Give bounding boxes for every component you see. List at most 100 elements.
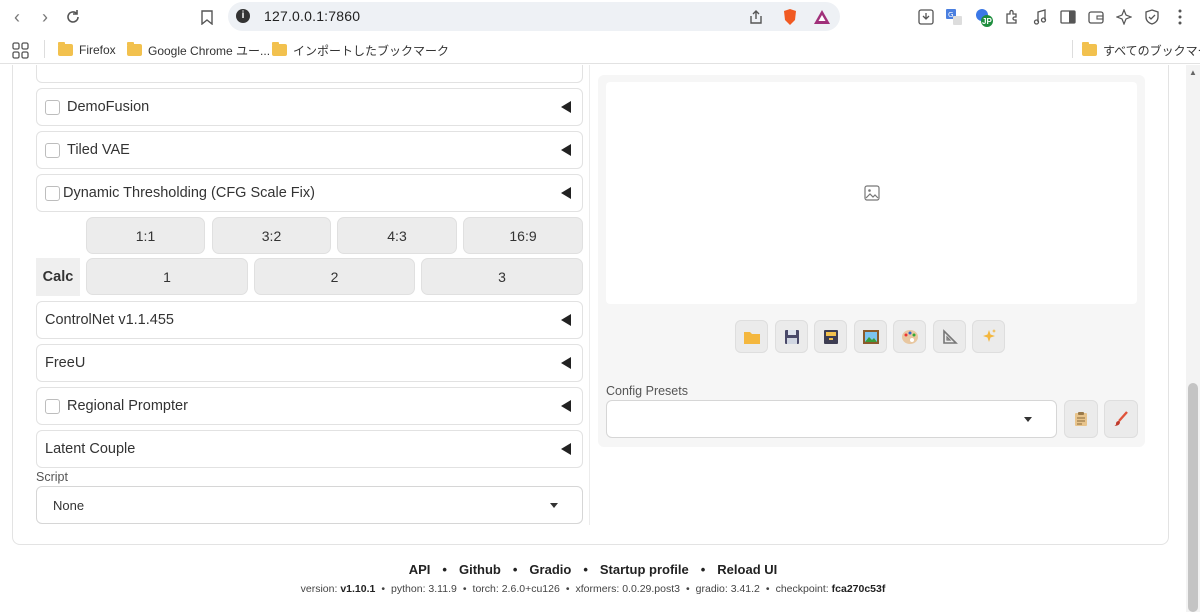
page-scrollbar[interactable]: ▲ — [1186, 65, 1200, 612]
footer-link-startup-profile[interactable]: Startup profile — [600, 562, 689, 577]
version-key: version: — [300, 583, 338, 595]
separator-dot: • — [442, 562, 447, 577]
bookmarks-bar: Firefox Google Chrome ユー... インポートしたブックマー… — [0, 34, 1200, 64]
chevron-down-icon — [1024, 417, 1032, 422]
chevron-down-icon — [550, 503, 558, 508]
accordion-label: FreeU — [45, 355, 86, 371]
accordion-regional-prompter[interactable]: Regional Prompter — [36, 387, 583, 425]
ratio-3-2-button[interactable]: 3:2 — [212, 217, 331, 254]
music-note-icon[interactable] — [1030, 7, 1050, 27]
separator-dot: • — [565, 583, 570, 595]
url-text[interactable]: 127.0.0.1:7860 — [264, 8, 360, 24]
sidebar-icon[interactable] — [1058, 7, 1078, 27]
folder-icon — [1082, 42, 1097, 56]
accordion-controlnet[interactable]: ControlNet v1.1.455 — [36, 301, 583, 339]
send-to-inpaint-button[interactable] — [893, 320, 926, 353]
demofusion-checkbox[interactable] — [45, 99, 60, 115]
accordion-tiled-vae[interactable]: Tiled VAE — [36, 131, 583, 169]
output-image-area[interactable] — [606, 82, 1137, 304]
all-bookmarks-folder[interactable]: すべてのブックマーク — [1082, 41, 1200, 59]
gradio-value: 3.41.2 — [730, 583, 760, 595]
footer-link-reload-ui[interactable]: Reload UI — [717, 562, 777, 577]
torch-value: 2.6.0+cu126 — [501, 583, 560, 595]
scroll-up-arrow-icon[interactable]: ▲ — [1189, 68, 1197, 77]
checkpoint-value[interactable]: fca270c53f — [832, 583, 886, 595]
accordion-dynamic-thresholding[interactable]: Dynamic Thresholding (CFG Scale Fix) — [36, 174, 583, 212]
vpn-shield-icon[interactable] — [1142, 7, 1162, 27]
script-dropdown[interactable]: None — [36, 486, 583, 524]
page-viewport: DemoFusion Tiled VAE Dynamic Thresholdin… — [0, 65, 1186, 612]
image-placeholder-icon — [864, 185, 880, 201]
version-info: version: v1.10.1 • python: 3.11.9 • torch: 2… — [0, 583, 1186, 595]
footer-links: API • Github • Gradio • Startup profile • Reload… — [0, 562, 1186, 577]
accordion-label: Dynamic Thresholding (CFG Scale Fix) — [63, 185, 315, 201]
calc-button-1[interactable]: 1 — [86, 258, 248, 295]
expand-arrow-icon[interactable] — [561, 357, 571, 369]
brave-rewards-icon[interactable] — [812, 7, 832, 27]
accordion-latent-couple[interactable]: Latent Couple — [36, 430, 583, 468]
download-icon[interactable] — [916, 7, 936, 27]
bookmark-star-icon[interactable] — [196, 6, 218, 28]
picture-icon — [862, 329, 879, 344]
separator-dot: • — [700, 562, 706, 577]
expand-arrow-icon[interactable] — [561, 144, 571, 156]
left-column: DemoFusion Tiled VAE Dynamic Thresholdin… — [24, 65, 590, 525]
apps-grid-icon[interactable] — [12, 41, 29, 59]
leo-ai-icon[interactable] — [1114, 7, 1134, 27]
address-bar[interactable]: i 127.0.0.1:7860 — [228, 2, 840, 31]
menu-icon[interactable] — [1170, 7, 1190, 27]
expand-arrow-icon[interactable] — [561, 314, 571, 326]
expand-arrow-icon[interactable] — [561, 400, 571, 412]
calc-button-3[interactable]: 3 — [421, 258, 583, 295]
footer-link-api[interactable]: API — [409, 562, 431, 577]
translate-icon[interactable]: G — [944, 7, 964, 27]
footer-link-gradio[interactable]: Gradio — [529, 562, 571, 577]
accordion-freeu[interactable]: FreeU — [36, 344, 583, 382]
output-panel: Config Presets — [598, 75, 1145, 447]
bookmark-folder-chrome[interactable]: Google Chrome ユー... — [127, 41, 270, 59]
folder-icon — [127, 42, 142, 56]
site-info-icon[interactable]: i — [236, 9, 250, 23]
expand-arrow-icon[interactable] — [561, 443, 571, 455]
separator-dot: • — [512, 562, 518, 577]
config-presets-dropdown[interactable] — [606, 400, 1057, 438]
profile-extension-icon[interactable]: JP — [974, 7, 994, 27]
footer-link-github[interactable]: Github — [459, 562, 501, 577]
accordion-label: Regional Prompter — [67, 398, 188, 414]
accordion-hidden[interactable] — [36, 65, 583, 83]
bookmark-folder-firefox[interactable]: Firefox — [58, 41, 116, 59]
floppy-disk-icon — [784, 329, 799, 344]
edit-config-button[interactable] — [1104, 400, 1138, 438]
send-to-img2img-button[interactable] — [854, 320, 887, 353]
dynamic-thresholding-checkbox[interactable] — [45, 185, 60, 201]
accordion-label: Latent Couple — [45, 441, 136, 457]
tiled-vae-checkbox[interactable] — [45, 142, 60, 158]
forward-icon[interactable]: › — [34, 6, 56, 28]
bookmark-folder-imported[interactable]: インポートしたブックマーク — [272, 41, 449, 59]
copy-config-button[interactable] — [1064, 400, 1098, 438]
open-folder-button[interactable] — [735, 320, 768, 353]
save-zip-button[interactable] — [814, 320, 847, 353]
ratio-4-3-button[interactable]: 4:3 — [337, 217, 457, 254]
expand-arrow-icon[interactable] — [561, 101, 571, 113]
scroll-thumb[interactable] — [1188, 383, 1198, 612]
calc-button-2[interactable]: 2 — [254, 258, 415, 295]
send-to-extras-button[interactable] — [933, 320, 966, 353]
wallet-icon[interactable] — [1086, 7, 1106, 27]
back-icon[interactable]: ‹ — [6, 6, 28, 28]
brave-shield-icon[interactable] — [780, 7, 800, 27]
browser-toolbar: ‹ › i 127.0.0.1:7860 G JP — [0, 0, 1200, 34]
save-button[interactable] — [775, 320, 808, 353]
ratio-1-1-button[interactable]: 1:1 — [86, 217, 205, 254]
separator-dot: • — [381, 583, 386, 595]
ratio-16-9-button[interactable]: 16:9 — [463, 217, 583, 254]
generate-extra-button[interactable] — [972, 320, 1005, 353]
reload-icon[interactable] — [62, 6, 84, 28]
extensions-puzzle-icon[interactable] — [1002, 7, 1022, 27]
separator-dot: • — [462, 583, 467, 595]
gradio-key: gradio: — [695, 583, 728, 595]
regional-prompter-checkbox[interactable] — [45, 398, 60, 414]
accordion-demofusion[interactable]: DemoFusion — [36, 88, 583, 126]
expand-arrow-icon[interactable] — [561, 187, 571, 199]
share-icon[interactable] — [746, 7, 766, 27]
